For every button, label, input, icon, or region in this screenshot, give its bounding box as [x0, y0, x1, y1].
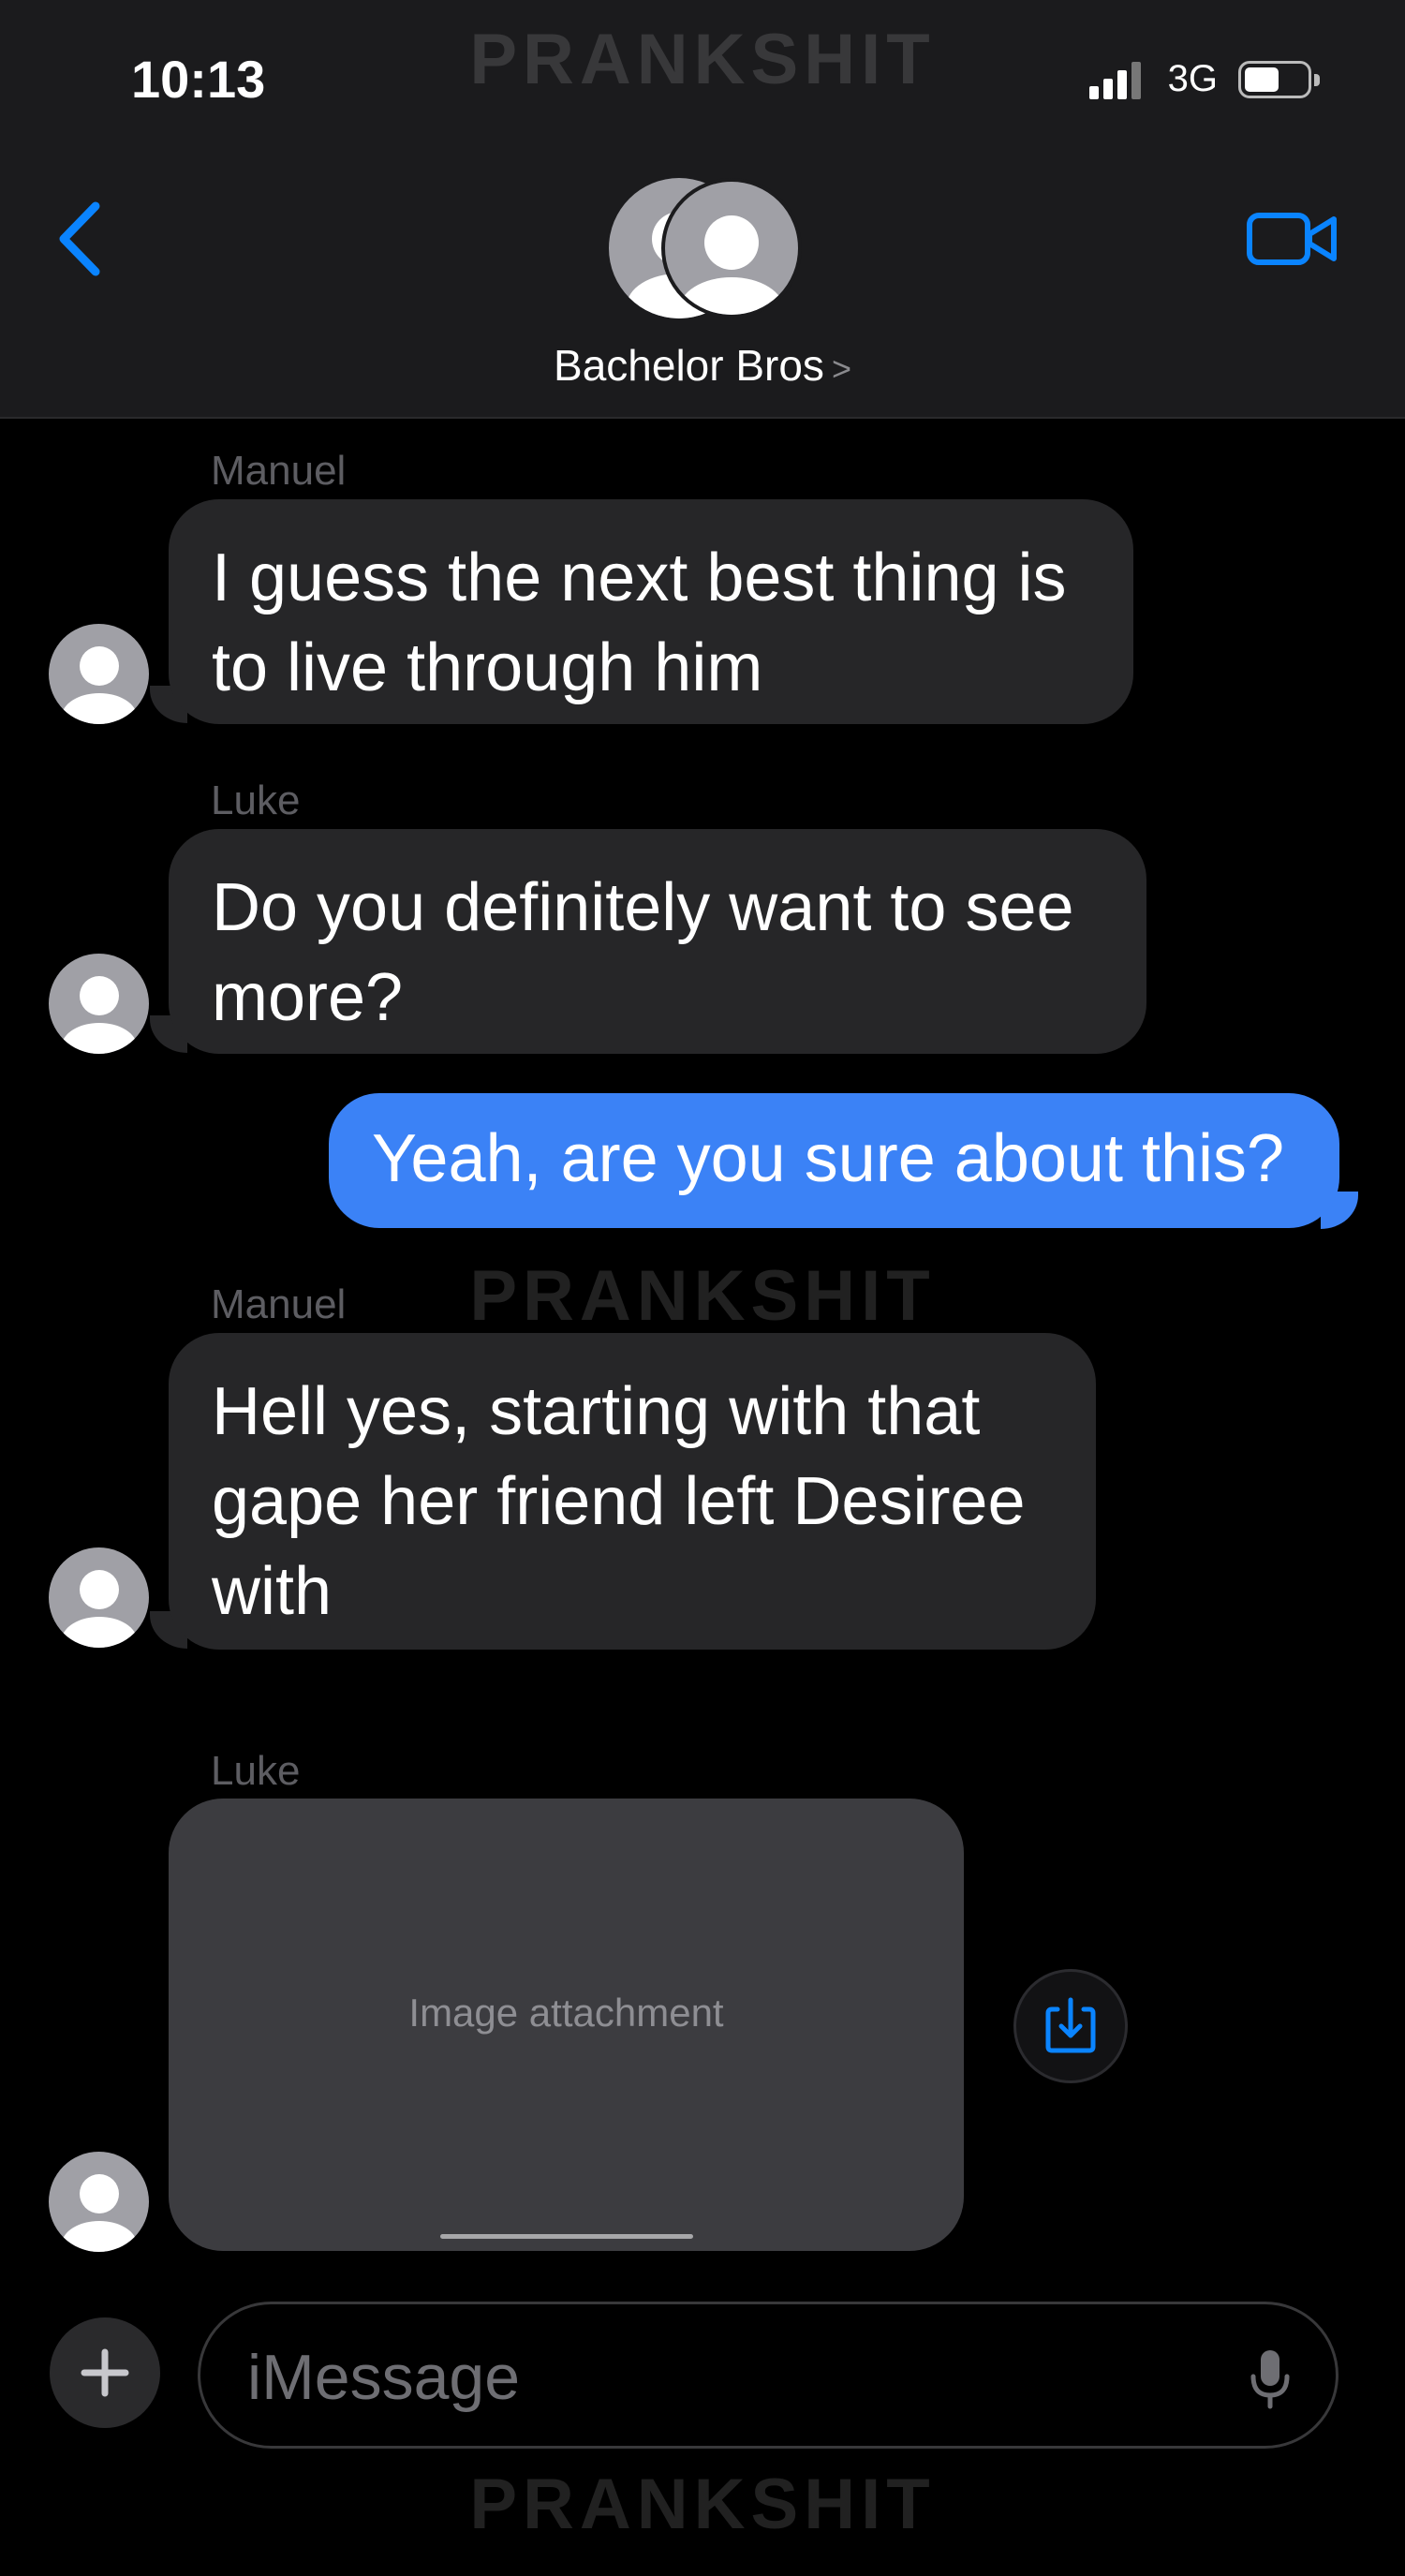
group-avatar-icon [661, 178, 802, 318]
message-line: to live through him [212, 630, 763, 705]
plus-icon [81, 2348, 129, 2397]
video-camera-icon [1247, 213, 1337, 265]
contact-avatar-icon[interactable] [49, 624, 149, 724]
status-indicators: 3G [1088, 58, 1320, 100]
cellular-signal-icon [1088, 60, 1146, 99]
sender-name: Luke [211, 1748, 301, 1794]
message-line: with [212, 1554, 333, 1629]
message-line: Do you definitely want to see [212, 870, 1074, 945]
message-bubble[interactable]: I guess the next best thing is to live t… [169, 499, 1133, 724]
share-icon [1045, 1997, 1096, 2053]
watermark: PRANKSHIT [469, 2465, 936, 2544]
video-scrub-bar[interactable] [440, 2234, 693, 2239]
microphone-icon [1250, 2350, 1290, 2409]
message-line: I guess the next best thing is [212, 540, 1067, 615]
message-bubble[interactable]: Hell yes, starting with that gape her fr… [169, 1333, 1096, 1650]
group-name-button[interactable]: Bachelor Bros > [0, 340, 1405, 391]
message-composer [198, 2302, 1338, 2449]
message-input[interactable] [247, 2332, 1184, 2422]
attachment-placeholder: Image attachment [408, 1991, 724, 2035]
back-button[interactable] [52, 197, 109, 281]
message-line: more? [212, 960, 404, 1035]
group-avatar[interactable] [609, 178, 802, 318]
conversation-header: 10:13 3G Bachelor Bros > [0, 0, 1405, 419]
facetime-video-button[interactable] [1246, 206, 1339, 272]
status-time: 10:13 [131, 50, 266, 109]
image-attachment[interactable]: Image attachment [169, 1799, 964, 2251]
back-chevron-icon [59, 201, 100, 276]
message-bubble[interactable]: Yeah, are you sure about this? [329, 1093, 1339, 1228]
chevron-right-icon: > [831, 349, 851, 388]
contact-avatar-icon[interactable] [49, 2152, 149, 2252]
network-type: 3G [1167, 58, 1218, 99]
sender-name: Manuel [211, 448, 347, 494]
contact-avatar-icon[interactable] [49, 954, 149, 1054]
message-line: gape her friend left Desiree [212, 1464, 1026, 1539]
sender-name: Manuel [211, 1281, 347, 1327]
message-line: Yeah, are you sure about this? [372, 1121, 1285, 1196]
sender-name: Luke [211, 777, 301, 823]
contact-avatar-icon[interactable] [49, 1547, 149, 1648]
share-button[interactable] [1013, 1969, 1128, 2083]
message-bubble[interactable]: Do you definitely want to see more? [169, 829, 1146, 1054]
dictation-button[interactable] [1242, 2347, 1298, 2412]
battery-icon [1238, 60, 1320, 98]
group-name: Bachelor Bros [554, 341, 824, 390]
apps-plus-button[interactable] [50, 2317, 160, 2428]
message-line: Hell yes, starting with that [212, 1374, 981, 1449]
